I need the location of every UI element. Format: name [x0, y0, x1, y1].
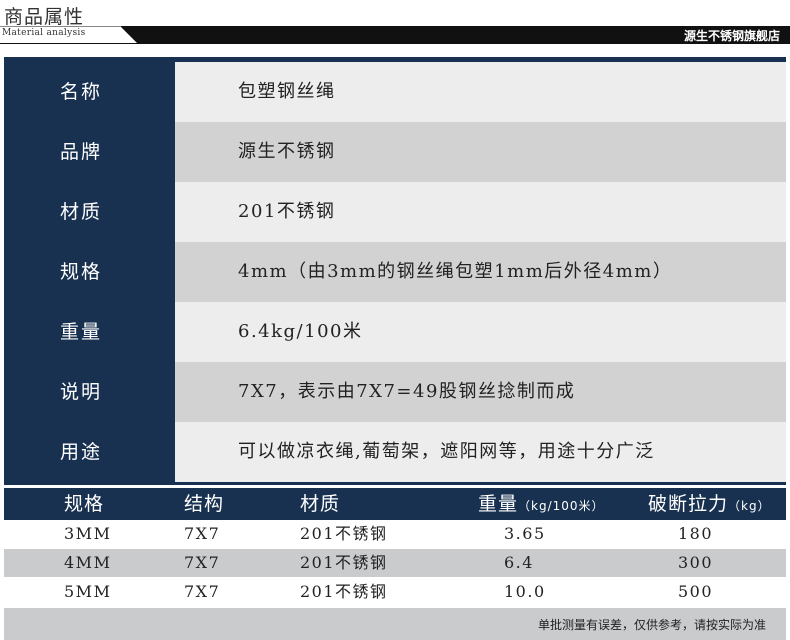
attr-value: 源生不锈钢 — [175, 122, 786, 182]
attr-value: 6.4kg/100米 — [175, 302, 786, 362]
col-header-strength-label: 破断拉力 — [648, 493, 729, 515]
cell-strength: 500 — [678, 582, 714, 601]
col-header-structure: 结构 — [184, 493, 225, 515]
attr-value: 201不锈钢 — [175, 182, 786, 242]
cell-spec: 5MM — [64, 582, 112, 601]
attr-row-weight: 重量 6.4kg/100米 — [4, 302, 786, 362]
col-header-spec: 规格 — [64, 493, 105, 515]
header-bar — [0, 26, 790, 44]
attr-row-brand: 品牌 源生不锈钢 — [4, 122, 786, 182]
cell-material: 201不锈钢 — [300, 553, 388, 572]
cell-structure: 7X7 — [184, 524, 221, 543]
col-header-material: 材质 — [300, 493, 341, 515]
attr-row-usage: 用途 可以做凉衣绳,葡萄架，遮阳网等，用途十分广泛 — [4, 422, 786, 482]
col-header-weight-label: 重量 — [478, 493, 519, 515]
attr-label: 规格 — [60, 261, 103, 283]
attr-value: 7X7，表示由7X7=49股钢丝捻制而成 — [175, 362, 786, 422]
cell-material: 201不锈钢 — [300, 524, 388, 543]
attr-value: 4mm（由3mm的钢丝绳包塑1mm后外径4mm） — [175, 242, 786, 302]
cell-weight: 6.4 — [504, 553, 534, 572]
spec-table-header: 规格 结构 材质 重量（kg/100米） 破断拉力（kg） — [4, 488, 786, 520]
table-row: 4MM 7X7 201不锈钢 6.4 300 — [4, 549, 786, 577]
attr-label: 名称 — [60, 81, 103, 103]
attr-row-material: 材质 201不锈钢 — [4, 182, 786, 242]
attr-row-description: 说明 7X7，表示由7X7=49股钢丝捻制而成 — [4, 362, 786, 422]
shop-name: 源生不锈钢旗舰店 — [683, 29, 780, 43]
attr-label: 说明 — [60, 381, 103, 403]
section-subtitle: Material analysis — [2, 28, 86, 38]
attr-value: 包塑钢丝绳 — [175, 62, 786, 122]
attr-label: 材质 — [60, 201, 103, 223]
attr-label: 重量 — [60, 321, 103, 343]
cell-weight: 10.0 — [504, 582, 546, 601]
col-header-strength: 破断拉力（kg） — [648, 488, 771, 522]
attr-row-name: 名称 包塑钢丝绳 — [4, 62, 786, 122]
note-bar: 单批测量有误差，仅供参考，请按实际为准 — [4, 608, 786, 640]
col-header-weight: 重量（kg/100米） — [478, 488, 605, 522]
cell-structure: 7X7 — [184, 553, 221, 572]
cell-strength: 180 — [678, 524, 714, 543]
col-header-strength-unit: （kg） — [728, 499, 771, 513]
section-title: 商品属性 — [4, 6, 85, 28]
cell-weight: 3.65 — [504, 524, 546, 543]
cell-material: 201不锈钢 — [300, 582, 388, 601]
cell-structure: 7X7 — [184, 582, 221, 601]
disclaimer-note: 单批测量有误差，仅供参考，请按实际为准 — [537, 618, 766, 632]
col-header-weight-unit: （kg/100米） — [518, 499, 605, 513]
cell-spec: 3MM — [64, 524, 112, 543]
table-row: 5MM 7X7 201不锈钢 10.0 500 — [4, 578, 786, 606]
attr-label: 品牌 — [60, 141, 103, 163]
cell-spec: 4MM — [64, 553, 112, 572]
table-row: 3MM 7X7 201不锈钢 3.65 180 — [4, 520, 786, 548]
attr-value: 可以做凉衣绳,葡萄架，遮阳网等，用途十分广泛 — [175, 422, 786, 482]
attribute-panel: 名称 包塑钢丝绳 品牌 源生不锈钢 材质 201不锈钢 规格 4mm（由3mm的… — [4, 57, 786, 485]
attr-row-spec: 规格 4mm（由3mm的钢丝绳包塑1mm后外径4mm） — [4, 242, 786, 302]
cell-strength: 300 — [678, 553, 714, 572]
attr-label: 用途 — [60, 441, 103, 463]
